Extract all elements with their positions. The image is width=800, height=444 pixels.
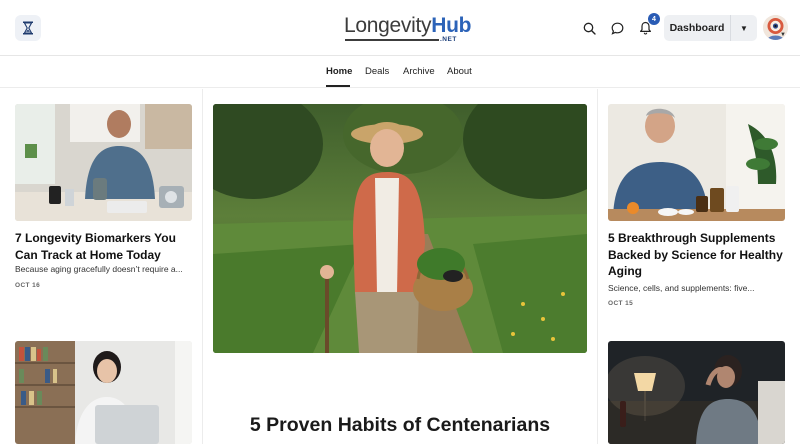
article-title[interactable]: 7 Longevity Biomarkers You Can Track at … xyxy=(15,230,197,263)
chevron-down-icon[interactable]: ▼ xyxy=(731,15,757,41)
article-image-biomarkers[interactable] xyxy=(15,104,192,221)
logo-suffix: .NET xyxy=(440,36,457,43)
article-image-supplements[interactable] xyxy=(608,104,785,221)
nav-item-home[interactable]: Home xyxy=(326,66,352,77)
nav-item-about[interactable]: About xyxy=(447,66,472,77)
article-title[interactable]: 5 Breakthrough Supplements Backed by Sci… xyxy=(608,230,788,280)
article-excerpt: Because aging gracefully doesn’t require… xyxy=(15,264,183,274)
column-divider xyxy=(202,89,203,444)
article-date: OCT 16 xyxy=(15,282,41,289)
dashboard-button-group: Dashboard ▼ xyxy=(664,15,757,41)
notification-badge: 4 xyxy=(648,13,660,25)
article-image-laptop[interactable] xyxy=(15,341,192,444)
logo-underline xyxy=(345,39,439,41)
search-icon[interactable] xyxy=(578,17,600,39)
logo-wordmark: LongevityHub xyxy=(344,14,472,37)
feature-image-centenarian[interactable] xyxy=(213,104,587,353)
hourglass-icon[interactable] xyxy=(15,15,41,41)
avatar-chevron-icon[interactable]: ▼ xyxy=(780,32,786,38)
nav-item-archive[interactable]: Archive xyxy=(403,66,435,77)
site-header: LongevityHub .NET 4 Dashboard ▼ ▼ xyxy=(0,0,800,56)
nav-active-indicator xyxy=(326,85,350,87)
article-date: OCT 15 xyxy=(608,300,634,307)
dashboard-button[interactable]: Dashboard xyxy=(664,15,731,41)
site-logo[interactable]: LongevityHub .NET xyxy=(344,12,471,43)
nav-item-deals[interactable]: Deals xyxy=(365,66,389,77)
column-divider xyxy=(597,89,598,444)
main-nav: Home Deals Archive About xyxy=(0,57,800,88)
chat-icon[interactable] xyxy=(606,17,628,39)
article-image-sleep[interactable] xyxy=(608,341,785,444)
article-excerpt: Science, cells, and supplements: five... xyxy=(608,283,755,293)
feature-title[interactable]: 5 Proven Habits of Centenarians xyxy=(213,414,587,437)
